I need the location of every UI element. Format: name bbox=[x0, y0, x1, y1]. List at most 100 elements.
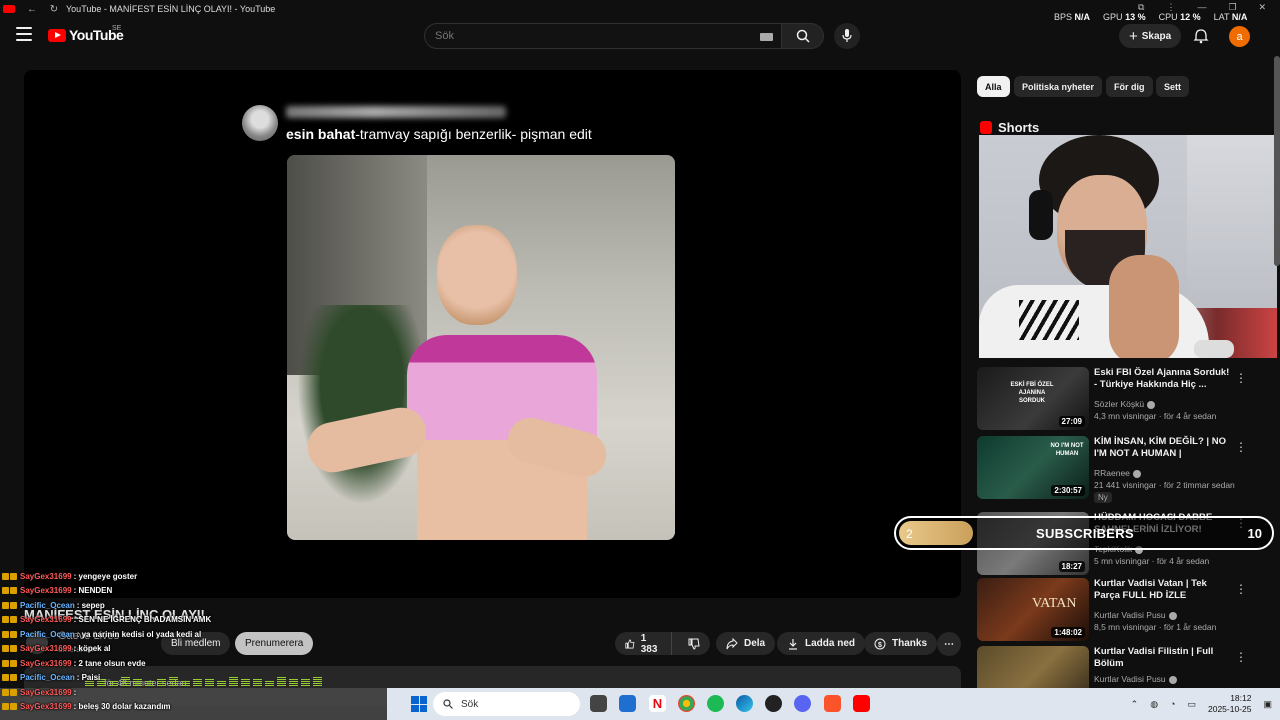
clock-date: 2025-10-25 bbox=[1208, 704, 1252, 714]
download-button[interactable]: Ladda ned bbox=[777, 632, 866, 655]
verified-check-icon bbox=[1168, 675, 1177, 684]
recommendation-channel[interactable]: RRaenee bbox=[1094, 468, 1141, 478]
dislike-button[interactable] bbox=[678, 632, 710, 655]
chat-badge-icons bbox=[2, 703, 17, 711]
youtube-app-icon[interactable] bbox=[853, 695, 870, 712]
account-avatar[interactable]: a bbox=[1229, 26, 1250, 47]
store-icon[interactable] bbox=[619, 695, 636, 712]
chip-political-news[interactable]: Politiska nyheter bbox=[1014, 76, 1103, 97]
thumbnail-overlay-text: ESKİ FBİ ÖZEL AJANINA SORDUK bbox=[1010, 382, 1054, 404]
chat-badge-icons bbox=[2, 659, 17, 667]
verified-check-icon bbox=[1132, 469, 1141, 478]
new-badge: Ny bbox=[1094, 492, 1112, 503]
more-options-icon[interactable]: ⋮ bbox=[1235, 582, 1247, 596]
recommendation-title[interactable]: Kurtlar Vadisi Filistin | Full Bölüm bbox=[1094, 646, 1234, 670]
shorts-heading: Shorts bbox=[998, 120, 1040, 135]
network-icon[interactable]: ◍ bbox=[1150, 699, 1158, 710]
chip-watched[interactable]: Sett bbox=[1156, 76, 1190, 97]
back-arrow-icon[interactable]: ← bbox=[26, 3, 38, 15]
recommendation-channel[interactable]: Kurtlar Vadisi Pusu bbox=[1094, 610, 1177, 620]
task-view-icon[interactable] bbox=[590, 695, 607, 712]
recommendation-channel[interactable]: Kurtlar Vadisi Pusu bbox=[1094, 674, 1177, 684]
recommendation-thumbnail[interactable]: ESKİ FBİ ÖZEL AJANINA SORDUK 27:09 bbox=[977, 367, 1089, 430]
chat-badge-icons bbox=[2, 587, 17, 595]
chat-username: Pacific_Ocean bbox=[20, 673, 75, 683]
video-duration: 18:27 bbox=[1058, 561, 1085, 572]
hamburger-menu-icon[interactable] bbox=[16, 27, 32, 41]
keyboard-icon[interactable] bbox=[760, 33, 773, 41]
taskbar-search[interactable]: Sök bbox=[433, 692, 580, 716]
edge-icon[interactable] bbox=[736, 695, 753, 712]
recommendation-title[interactable]: Eski FBI Özel Ajanına Sorduk! - Türkiye … bbox=[1094, 367, 1234, 391]
windows-start-icon[interactable] bbox=[411, 696, 427, 712]
recommendation-meta: 8,5 mn visningar · för 1 år sedan bbox=[1094, 622, 1217, 632]
volume-icon[interactable]: ◔ bbox=[1170, 699, 1175, 709]
chat-text: : NENDEN bbox=[73, 586, 113, 596]
recommendation-thumbnail[interactable]: NO I'M NOT HUMAN 2:30:57 bbox=[977, 436, 1089, 499]
recommendation-title[interactable]: KİM İNSAN, KİM DEĞİL? | NO I'M NOT A HUM… bbox=[1094, 436, 1234, 460]
chat-message: SayGex31699: bbox=[0, 685, 390, 700]
notifications-bell-icon[interactable] bbox=[1193, 28, 1209, 44]
voice-search-button[interactable] bbox=[834, 23, 860, 49]
brave-icon[interactable] bbox=[824, 695, 841, 712]
page-scrollbar[interactable] bbox=[1274, 56, 1280, 266]
verified-check-icon bbox=[1147, 400, 1156, 409]
spotify-icon[interactable] bbox=[707, 695, 724, 712]
recommendation-meta: 5 mn visningar · för 4 år sedan bbox=[1094, 556, 1210, 566]
more-options-icon[interactable]: ⋮ bbox=[1235, 371, 1247, 385]
chat-message: Pacific_Ocean: ya narinin kedisi ol yada… bbox=[0, 627, 390, 642]
search-input[interactable] bbox=[435, 30, 735, 42]
thumbnail-overlay-text: NO I'M NOT HUMAN bbox=[1050, 443, 1084, 457]
more-options-icon[interactable]: ⋮ bbox=[1235, 440, 1247, 454]
taskbar-clock[interactable]: 18:12 2025-10-25 bbox=[1208, 693, 1251, 715]
chat-username: SayGex31699 bbox=[20, 644, 72, 654]
notifications-icon[interactable]: ▣ bbox=[1263, 699, 1272, 710]
stream-chat-overlay: SayGex31699: yengeye goster SayGex31699: … bbox=[0, 569, 390, 714]
search-box[interactable] bbox=[424, 23, 782, 49]
more-horizontal-icon: ⋯ bbox=[944, 638, 954, 650]
chat-text: : köpek al bbox=[73, 644, 111, 654]
recommendation-title[interactable]: Kurtlar Vadisi Vatan | Tek Parça FULL HD… bbox=[1094, 578, 1234, 602]
youtube-header: YouTube SE + Skapa a bbox=[0, 18, 1280, 56]
thumbs-down-icon bbox=[688, 638, 700, 650]
chat-badge-icons bbox=[2, 688, 17, 696]
tweet-author-name-blurred bbox=[286, 106, 506, 118]
recommendation-item[interactable]: ESKİ FBİ ÖZEL AJANINA SORDUK 27:09 Eski FB… bbox=[977, 367, 1267, 431]
share-button[interactable]: Dela bbox=[716, 632, 776, 655]
create-button[interactable]: + Skapa bbox=[1119, 24, 1182, 48]
recommendation-thumbnail[interactable]: VATAN 1:48:02 bbox=[977, 578, 1089, 641]
reload-icon[interactable]: ↻ bbox=[48, 3, 60, 15]
more-options-icon[interactable]: ⋮ bbox=[1235, 650, 1247, 664]
chrome-icon[interactable] bbox=[678, 695, 695, 712]
chat-message: Pacific_Ocean: sepep bbox=[0, 598, 390, 613]
chat-badge-icons bbox=[2, 616, 17, 624]
discord-icon[interactable] bbox=[794, 695, 811, 712]
battery-icon[interactable]: ▭ bbox=[1187, 699, 1196, 710]
chat-username: SayGex31699 bbox=[20, 615, 72, 625]
video-duration: 27:09 bbox=[1058, 416, 1085, 427]
youtube-logo[interactable]: YouTube SE bbox=[48, 25, 124, 43]
netflix-icon[interactable]: N bbox=[649, 695, 666, 712]
more-actions-button[interactable]: ⋯ bbox=[937, 632, 961, 656]
subscriber-goal-current: 2 bbox=[906, 527, 913, 541]
tray-chevron-icon[interactable]: ⌃ bbox=[1131, 699, 1139, 710]
download-icon bbox=[789, 638, 797, 650]
obs-icon[interactable] bbox=[765, 695, 782, 712]
search-button[interactable] bbox=[782, 23, 824, 49]
chat-text: : bbox=[73, 687, 77, 697]
share-icon bbox=[726, 637, 738, 649]
chip-all[interactable]: Alla bbox=[977, 76, 1010, 97]
close-icon[interactable]: ✕ bbox=[1259, 2, 1267, 13]
microphone-icon bbox=[842, 29, 852, 42]
thanks-button[interactable]: $ Thanks bbox=[864, 632, 938, 655]
logo-region: SE bbox=[112, 25, 122, 32]
like-button[interactable]: 1 383 bbox=[615, 632, 672, 655]
recommendation-item[interactable]: NO I'M NOT HUMAN 2:30:57 KİM İNSAN, KİM DE… bbox=[977, 436, 1267, 503]
plus-icon: + bbox=[1129, 27, 1138, 45]
chip-for-you[interactable]: För dig bbox=[1106, 76, 1153, 97]
recommendation-channel[interactable]: Sözler Köşkü bbox=[1094, 399, 1156, 409]
recommendation-item[interactable]: VATAN 1:48:02 Kurtlar Vadisi Vatan | Tek P… bbox=[977, 578, 1267, 642]
video-player[interactable]: esin bahat-tramvay sapığı benzerlik- piş… bbox=[24, 70, 961, 598]
chat-text: : beleş 30 dolar kazandım bbox=[73, 702, 171, 712]
chat-username: Pacific_Ocean bbox=[20, 600, 75, 610]
